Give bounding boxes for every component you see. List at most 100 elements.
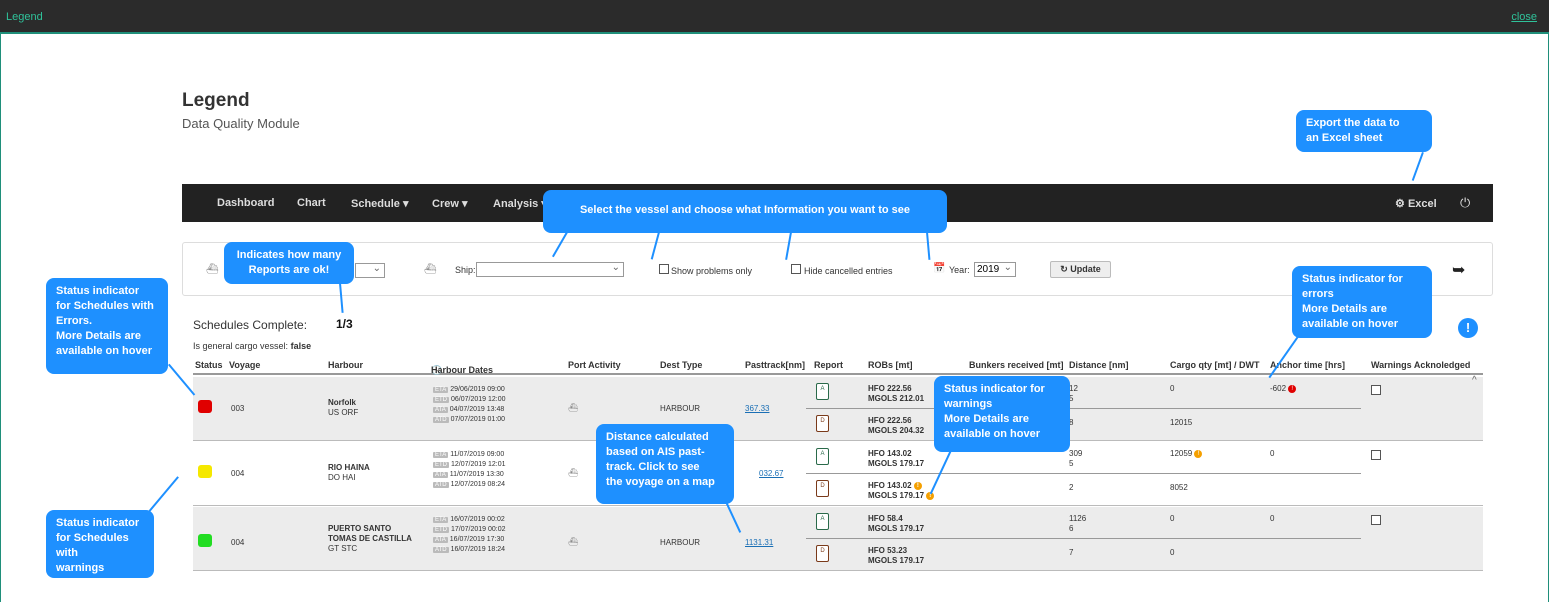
calendar-icon: 📅 <box>933 263 946 274</box>
etd-tag: ETD <box>433 527 449 533</box>
warning-icon[interactable]: ! <box>1194 449 1203 458</box>
error-icon[interactable]: ! <box>1288 384 1297 393</box>
table-row[interactable]: 004 PUERTO SANTO TOMAS DE CASTILLA GT ST… <box>193 507 1483 571</box>
ata-value: 11/07/2019 13:30 <box>449 471 504 478</box>
close-link[interactable]: close <box>1511 11 1537 23</box>
bubble-line: Errors. <box>56 315 93 327</box>
status-error-indicator[interactable] <box>198 400 212 413</box>
report-a-icon[interactable]: A <box>816 448 829 465</box>
pasttrack-link[interactable]: 367.33 <box>745 404 769 413</box>
distance-cell: 1126 <box>1069 514 1087 523</box>
warning-icon[interactable]: ! <box>913 481 922 490</box>
col-robs[interactable]: ROBs [mt] <box>868 360 913 370</box>
col-dest-type[interactable]: Dest Type <box>660 360 702 370</box>
hide-cancelled-checkbox[interactable] <box>791 264 801 274</box>
gc-value: false <box>290 341 312 351</box>
col-harbour-dates-label: Harbour Dates <box>431 365 494 375</box>
anchor-cell: 0 <box>1270 514 1275 523</box>
vessel-type-select[interactable] <box>355 262 385 278</box>
col-bunkers[interactable]: Bunkers received [mt] <box>969 360 1064 370</box>
etd-value: 12/07/2019 12:01 <box>451 461 506 468</box>
nav-dashboard[interactable]: Dashboard <box>217 197 274 209</box>
col-voyage[interactable]: Voyage <box>229 360 260 370</box>
rob-hfo: HFO 143.02 <box>868 449 912 458</box>
year-label: Year: <box>949 265 970 275</box>
ata-value: 04/07/2019 13:48 <box>449 406 505 413</box>
rob-mgo: MGOLS 212.01 <box>868 394 925 403</box>
report-d-icon[interactable]: D <box>816 545 829 562</box>
col-distance[interactable]: Distance [nm] <box>1069 360 1129 370</box>
etd-value: 06/07/2019 12:00 <box>451 396 506 403</box>
pasttrack-link[interactable]: 032.67 <box>759 469 783 478</box>
col-cargo[interactable]: Cargo qty [mt] / DWT <box>1170 360 1260 370</box>
harbour-code: DO HAI <box>328 473 356 482</box>
port-activity-icon: ⛴ <box>568 537 579 546</box>
col-warnings-ack[interactable]: Warnings Acknoledged <box>1371 360 1470 370</box>
col-report[interactable]: Report <box>814 360 843 370</box>
warnings-ack-checkbox[interactable] <box>1371 385 1381 395</box>
nav-chart[interactable]: Chart <box>297 197 326 209</box>
rob-mgo: MGOLS 179.17 ! <box>868 491 935 500</box>
rob-mgo: MGOLS 204.32 <box>868 426 925 435</box>
bubble-line: the voyage on a map <box>606 476 715 488</box>
scroll-up-icon[interactable]: ^ <box>1472 375 1477 386</box>
anchor-cell: 0 <box>1270 449 1275 458</box>
bubble-line: track. Click to see <box>606 461 700 473</box>
report-d-icon[interactable]: D <box>816 415 829 432</box>
bubble-error-indicator: Status indicator for errors More Details… <box>1292 266 1432 338</box>
rob-hfo: HFO 222.56 <box>868 416 912 425</box>
ata-tag: ATA <box>433 407 448 413</box>
rob-hfo: HFO 222.56 <box>868 384 912 393</box>
update-button[interactable]: ↻ Update <box>1050 261 1111 278</box>
bubble-status-errors: Status indicator for Schedules with Erro… <box>46 278 168 374</box>
bubble-warning-indicator: Status indicator for warnings More Detai… <box>934 376 1070 452</box>
harbour-name: PUERTO SANTO <box>328 524 392 533</box>
nav-analysis[interactable]: Analysis ▾ <box>493 197 547 210</box>
update-label: Update <box>1070 264 1101 274</box>
distance-cell: 7 <box>1069 548 1074 557</box>
bubble-line: warnings <box>56 562 105 574</box>
nav-schedule[interactable]: Schedule ▾ <box>351 197 408 210</box>
col-harbour[interactable]: Harbour <box>328 360 363 370</box>
bubble-line: errors <box>1302 288 1334 300</box>
bubble-line: available on hover <box>944 428 1040 440</box>
bubble-line: based on AIS past- <box>606 446 705 458</box>
show-problems-checkbox[interactable] <box>659 264 669 274</box>
cargo-cell: 12015 <box>1170 418 1193 427</box>
help-info-icon[interactable]: ! <box>1458 318 1478 338</box>
undo-arrow-icon[interactable]: ➥ <box>1452 260 1465 280</box>
report-a-icon[interactable]: A <box>816 513 829 530</box>
etd-tag: ETD <box>433 397 449 403</box>
bubble-line: Distance calculated <box>606 431 709 443</box>
date-atd: ATD 12/07/2019 08:24 <box>433 481 505 488</box>
warnings-ack-checkbox[interactable] <box>1371 450 1381 460</box>
bubble-line: Status indicator <box>56 285 140 297</box>
ship-select[interactable] <box>476 261 624 277</box>
col-port-activity[interactable]: Port Activity <box>568 360 621 370</box>
status-ok-indicator[interactable] <box>198 534 212 547</box>
table-row[interactable]: 004 RIO HAINA DO HAI ETA 11/07/2019 09:00… <box>193 442 1483 506</box>
date-ata: ATA 11/07/2019 13:30 <box>433 471 504 478</box>
nav-crew[interactable]: Crew ▾ <box>432 197 467 210</box>
schedules-complete-value: 1/3 <box>336 317 353 331</box>
report-d-icon[interactable]: D <box>816 480 829 497</box>
pasttrack-link[interactable]: 1131.31 <box>745 538 773 547</box>
year-select[interactable]: 2019 <box>974 261 1016 277</box>
table-header: Status Voyage Harbour 🕓 Harbour Dates Po… <box>193 355 1483 375</box>
anchor-cell: -602 ! <box>1270 384 1297 393</box>
eta-value: 11/07/2019 09:00 <box>450 451 505 458</box>
table-scrollbar[interactable]: ^ <box>1472 375 1482 575</box>
cargo-cell: 0 <box>1170 548 1175 557</box>
col-pasttrack[interactable]: Pasttrack[nm] <box>745 360 805 370</box>
bubble-line: an Excel sheet <box>1306 132 1383 144</box>
status-warning-indicator[interactable] <box>198 465 212 478</box>
cargo-cell: 0 <box>1170 384 1175 393</box>
eta-tag: ETA <box>433 452 449 458</box>
excel-button[interactable]: ⚙ Excel <box>1395 197 1437 210</box>
col-status[interactable]: Status <box>195 360 223 370</box>
bubble-distance: Distance calculated based on AIS past- t… <box>596 424 734 504</box>
power-icon[interactable]: ⏻ <box>1460 195 1470 211</box>
report-a-icon[interactable]: A <box>816 383 829 400</box>
table-row[interactable]: 003 Norfolk US ORF ETA 29/06/2019 09:00 E… <box>193 377 1483 441</box>
warnings-ack-checkbox[interactable] <box>1371 515 1381 525</box>
